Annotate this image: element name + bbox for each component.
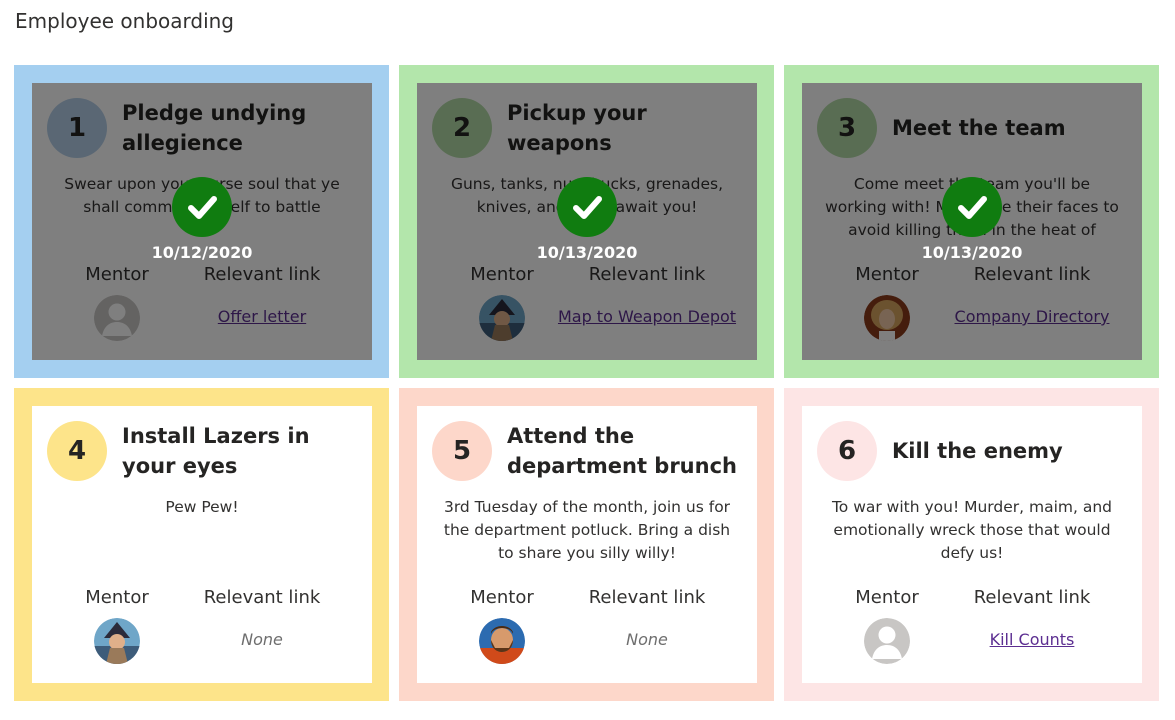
task-card[interactable]: 3 Meet the team Come meet the team you'l… bbox=[784, 65, 1159, 378]
checkmark-icon bbox=[557, 177, 617, 237]
task-card[interactable]: 4 Install Lazers in your eyes Pew Pew! M… bbox=[14, 388, 389, 701]
completed-overlay: 10/12/2020 bbox=[32, 83, 372, 360]
card-content: 6 Kill the enemy To war with you! Murder… bbox=[802, 406, 1142, 683]
relevant-link-label: Relevant link bbox=[203, 587, 321, 608]
card-content: 2 Pickup your weapons Guns, tanks, nunch… bbox=[417, 83, 757, 360]
task-title: Kill the enemy bbox=[892, 439, 1063, 463]
mentor-avatar[interactable] bbox=[479, 618, 525, 664]
mentor-avatar[interactable] bbox=[864, 618, 910, 664]
card-content: 1 Pledge undying allegience Swear upon y… bbox=[32, 83, 372, 360]
task-card[interactable]: 6 Kill the enemy To war with you! Murder… bbox=[784, 388, 1159, 701]
completed-date: 10/13/2020 bbox=[921, 243, 1023, 262]
task-description: Pew Pew! bbox=[165, 498, 239, 516]
card-content: 5 Attend the department brunch 3rd Tuesd… bbox=[417, 406, 757, 683]
checkmark-icon bbox=[172, 177, 232, 237]
task-card[interactable]: 5 Attend the department brunch 3rd Tuesd… bbox=[399, 388, 774, 701]
step-number-circle: 6 bbox=[817, 421, 877, 481]
relevant-link[interactable]: Kill Counts bbox=[942, 630, 1122, 649]
relevant-link: None bbox=[241, 630, 283, 649]
card-content: 3 Meet the team Come meet the team you'l… bbox=[802, 83, 1142, 360]
task-title: Install Lazers in your eyes bbox=[122, 424, 310, 478]
mentor-label: Mentor bbox=[855, 587, 919, 608]
task-card[interactable]: 1 Pledge undying allegience Swear upon y… bbox=[14, 65, 389, 378]
page-title: Employee onboarding bbox=[15, 9, 235, 33]
step-number: 6 bbox=[837, 436, 857, 466]
step-number-circle: 4 bbox=[47, 421, 107, 481]
task-description: To war with you! Murder, maim, and emoti… bbox=[831, 498, 1113, 562]
relevant-link-label: Relevant link bbox=[588, 587, 706, 608]
step-number-circle: 5 bbox=[432, 421, 492, 481]
mentor-label: Mentor bbox=[470, 587, 534, 608]
relevant-link: None bbox=[626, 630, 668, 649]
checkmark-icon bbox=[942, 177, 1002, 237]
task-card[interactable]: 2 Pickup your weapons Guns, tanks, nunch… bbox=[399, 65, 774, 378]
step-number: 4 bbox=[67, 436, 87, 466]
task-title: Attend the department brunch bbox=[507, 424, 737, 478]
relevant-link-label: Relevant link bbox=[973, 587, 1091, 608]
onboarding-grid: 1 Pledge undying allegience Swear upon y… bbox=[14, 65, 1160, 701]
completed-overlay: 10/13/2020 bbox=[417, 83, 757, 360]
task-description: 3rd Tuesday of the month, join us for th… bbox=[443, 498, 731, 562]
step-number: 5 bbox=[452, 436, 472, 466]
completed-date: 10/12/2020 bbox=[151, 243, 253, 262]
completed-overlay: 10/13/2020 bbox=[802, 83, 1142, 360]
mentor-label: Mentor bbox=[85, 587, 149, 608]
card-content: 4 Install Lazers in your eyes Pew Pew! M… bbox=[32, 406, 372, 683]
completed-date: 10/13/2020 bbox=[536, 243, 638, 262]
mentor-avatar[interactable] bbox=[94, 618, 140, 664]
